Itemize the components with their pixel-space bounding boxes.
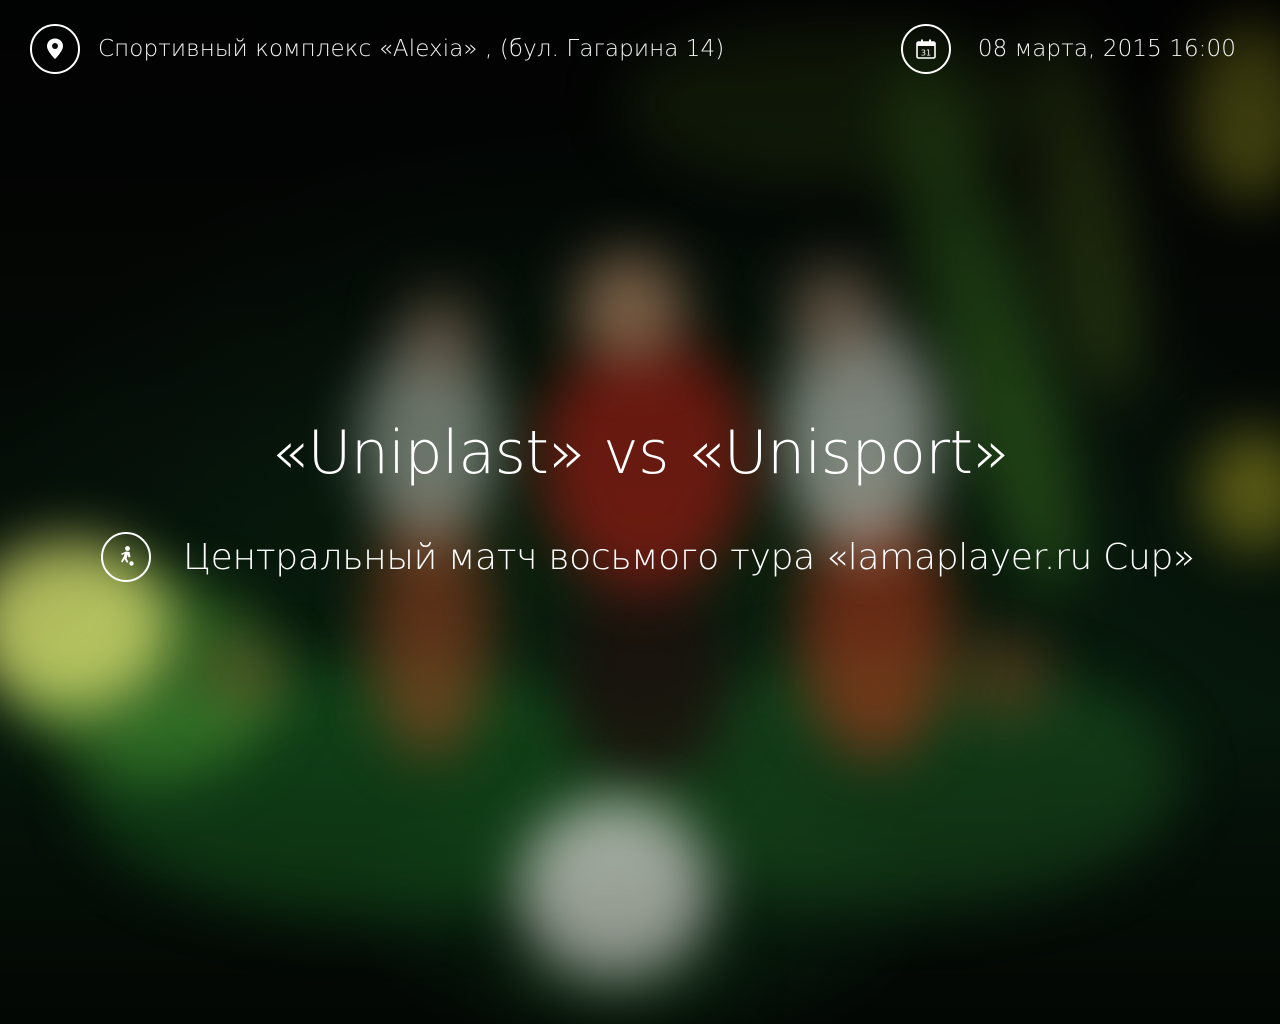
match-title: «Uniplast» vs «Unisport» (271, 418, 1009, 488)
blurred-background-photo (0, 0, 1280, 1024)
match-subtitle: Центральный матч восьмого тура «lamaplay… (101, 532, 1195, 582)
event-location: Спортивный комплекс «Alexia» , (бул. Гаг… (30, 24, 724, 74)
calendar-icon: 31 (900, 24, 951, 74)
soccer-player-icon (101, 532, 151, 582)
subtitle-text: Центральный матч восьмого тура «lamaplay… (183, 536, 1195, 578)
location-text: Спортивный комплекс «Alexia» , (бул. Гаг… (98, 36, 725, 62)
datetime-text: 08 марта, 2015 16:00 (977, 36, 1236, 62)
map-pin-icon (30, 24, 80, 74)
calendar-day-number: 31 (921, 49, 931, 58)
event-datetime: 31 08 марта, 2015 16:00 (900, 24, 1236, 74)
